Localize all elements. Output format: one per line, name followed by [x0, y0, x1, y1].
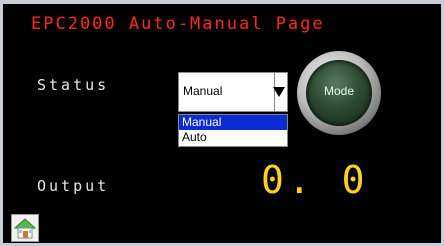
- status-label: Status: [37, 76, 110, 94]
- mode-button[interactable]: Mode: [297, 51, 381, 135]
- status-dropdown-list: Manual Auto: [178, 114, 288, 147]
- dropdown-option-manual[interactable]: Manual: [179, 115, 287, 130]
- mode-button-label: Mode: [323, 84, 355, 98]
- dropdown-option-auto[interactable]: Auto: [179, 130, 287, 145]
- mode-button-face: Mode: [306, 60, 372, 126]
- home-button[interactable]: [11, 214, 39, 242]
- output-label: Output: [37, 177, 110, 195]
- hmi-panel: EPC2000 Auto-Manual Page Status Manual M…: [0, 0, 444, 246]
- status-select-value: Manual: [183, 84, 223, 98]
- status-select[interactable]: Manual: [178, 72, 288, 112]
- output-value: 0. 0: [261, 158, 369, 202]
- page-title: EPC2000 Auto-Manual Page: [31, 14, 325, 34]
- home-icon: [13, 218, 37, 239]
- chevron-down-icon[interactable]: [273, 87, 285, 97]
